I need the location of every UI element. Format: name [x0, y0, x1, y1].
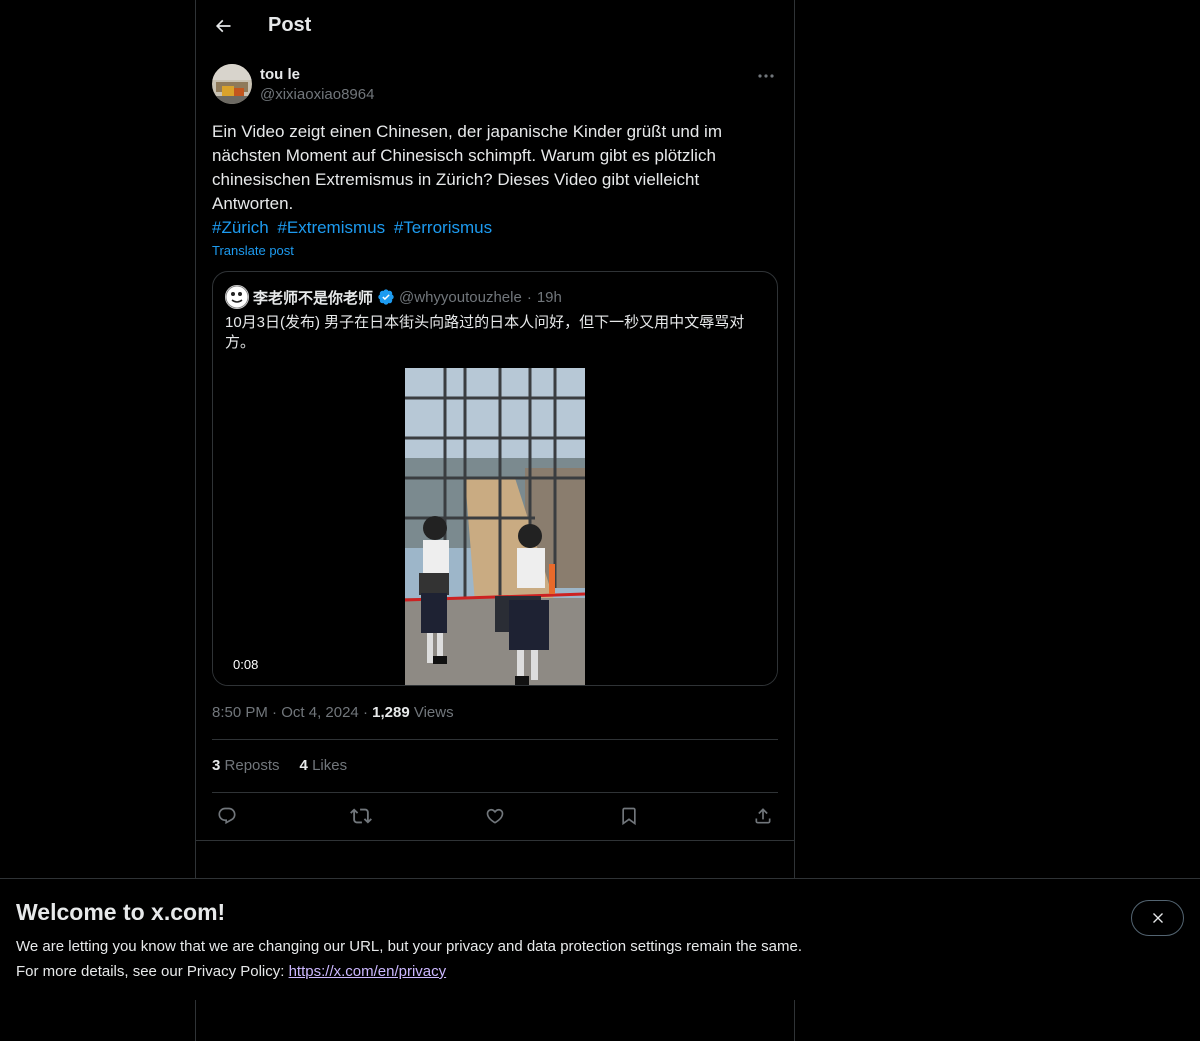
views-count: 1,289	[372, 704, 410, 721]
arrow-left-icon	[215, 19, 231, 33]
divider	[212, 739, 778, 740]
separator-dot: ·	[526, 288, 532, 306]
views-label: Views	[413, 704, 454, 721]
page-title: Post	[268, 14, 312, 36]
privacy-policy-link[interactable]: https://x.com/en/privacy	[289, 963, 447, 980]
post-stats: 3 Reposts 4 Likes	[212, 757, 347, 774]
quote-author-name: 李老师不是你老师	[253, 289, 374, 307]
author-name[interactable]: tou le	[260, 66, 300, 83]
reply-button[interactable]	[212, 804, 242, 828]
video-player[interactable]: 0:08	[213, 368, 777, 685]
banner-privacy-line: For more details, see our Privacy Policy…	[16, 963, 446, 980]
reply-icon	[218, 807, 236, 825]
post-time[interactable]: 8:50 PM	[212, 704, 268, 721]
video-duration: 0:08	[229, 656, 263, 673]
divider	[212, 792, 778, 793]
post-author: tou le @xixiaoxiao8964	[212, 64, 778, 106]
likes-count: 4	[299, 757, 308, 774]
divider	[196, 840, 794, 841]
post-meta: 8:50 PM · Oct 4, 2024 · 1,289 Views	[212, 704, 454, 721]
action-bar	[212, 804, 778, 828]
back-button[interactable]	[208, 11, 238, 41]
post-date[interactable]: Oct 4, 2024	[281, 704, 359, 721]
quote-time: 19h	[536, 288, 562, 306]
banner-message: We are letting you know that we are chan…	[16, 938, 802, 955]
more-button[interactable]	[754, 66, 778, 86]
welcome-banner: Welcome to x.com! We are letting you kno…	[0, 878, 1200, 1000]
separator-dot: ·	[272, 704, 282, 721]
hashtag-link[interactable]: #Extremismus	[277, 218, 385, 237]
like-button[interactable]	[480, 804, 510, 828]
repost-icon	[350, 808, 372, 824]
likes-label: Likes	[312, 757, 348, 774]
hashtags: #Zürich #Extremismus #Terrorismus	[212, 216, 496, 240]
repost-button[interactable]	[346, 804, 376, 828]
bookmark-button[interactable]	[614, 804, 644, 828]
reposts-stat[interactable]: 3 Reposts	[212, 757, 280, 774]
separator-dot: ·	[362, 704, 373, 721]
video-thumbnail	[405, 368, 585, 685]
banner-title: Welcome to x.com!	[16, 899, 226, 925]
banner-privacy-prefix: For more details, see our Privacy Policy…	[16, 963, 289, 980]
post-text: Ein Video zeigt einen Chinesen, der japa…	[212, 122, 722, 213]
bookmark-icon	[622, 807, 636, 826]
quote-text: 10月3日(发布) 男子在日本街头向路过的日本人问好，但下一秒又用中文辱骂对方。	[225, 314, 745, 351]
avatar[interactable]	[212, 64, 252, 104]
translate-post-link[interactable]: Translate post	[212, 243, 294, 258]
quote-author-handle: @whyyoutouzhele	[399, 288, 522, 306]
quote-avatar	[225, 285, 249, 309]
reposts-label: Reposts	[224, 757, 280, 774]
quoted-post[interactable]: 李老师不是你老师 @whyyoutouzhele · 19h 10月3日(发布)…	[212, 271, 778, 686]
hashtag-link[interactable]: #Terrorismus	[394, 218, 492, 237]
hashtag-link[interactable]: #Zürich	[212, 218, 269, 237]
likes-stat[interactable]: 4 Likes	[300, 757, 348, 774]
reposts-count: 3	[212, 757, 221, 774]
share-button[interactable]	[748, 804, 778, 828]
more-icon	[758, 74, 774, 78]
author-handle[interactable]: @xixiaoxiao8964	[260, 86, 374, 103]
verified-badge-icon	[377, 288, 395, 306]
share-icon	[755, 808, 771, 824]
close-icon	[1152, 913, 1163, 923]
header: Post	[196, 0, 794, 53]
like-icon	[486, 808, 504, 824]
quote-header: 李老师不是你老师 @whyyoutouzhele · 19h	[225, 285, 562, 309]
close-banner-button[interactable]	[1131, 900, 1184, 936]
